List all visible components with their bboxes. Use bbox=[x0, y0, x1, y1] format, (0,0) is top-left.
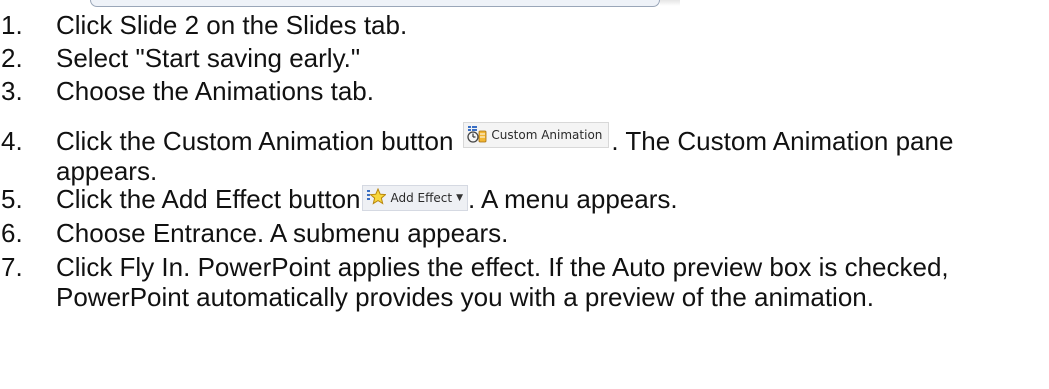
step-text: Choose the Animations tab. bbox=[56, 76, 374, 106]
custom-animation-button-label: Custom Animation bbox=[491, 128, 603, 143]
step-6: 6. Choose Entrance. A submenu appears. bbox=[0, 218, 1040, 252]
add-effect-button[interactable]: Add Effect ▼ bbox=[362, 183, 468, 213]
step-text: Click the Add Effect button bbox=[56, 184, 361, 214]
step-number: 1. bbox=[1, 10, 23, 40]
step-7: 7. Click Fly In. PowerPoint applies the … bbox=[0, 252, 1040, 312]
step-number: 3. bbox=[1, 76, 23, 106]
step-text: Click Slide 2 on the Slides tab. bbox=[56, 10, 408, 40]
add-effect-button-label: Add Effect bbox=[390, 191, 453, 206]
dropdown-arrow-icon: ▼ bbox=[456, 193, 463, 204]
step-number: 2. bbox=[1, 43, 23, 73]
step-number: 5. bbox=[1, 184, 23, 214]
cropped-frame-shadow bbox=[660, 0, 680, 6]
step-5: 5. Click the Add Effect button Add Effect… bbox=[0, 184, 1040, 218]
step-4: 4. Click the Custom Animation button Cust… bbox=[0, 120, 1040, 186]
instruction-steps: 1. Click Slide 2 on the Slides tab. 2. S… bbox=[0, 10, 1040, 312]
step-text-continued: . A menu appears. bbox=[468, 184, 678, 214]
step-3: 3. Choose the Animations tab. bbox=[0, 76, 1040, 114]
step-number: 4. bbox=[1, 126, 23, 156]
step-text: Choose Entrance. A submenu appears. bbox=[56, 218, 509, 248]
add-effect-star-icon bbox=[366, 183, 388, 213]
step-text: Click Fly In. PowerPoint applies the eff… bbox=[56, 252, 949, 312]
step-text: Click the Custom Animation button bbox=[56, 126, 454, 156]
step-number: 7. bbox=[1, 252, 23, 282]
step-number: 6. bbox=[1, 218, 23, 248]
step-1: 1. Click Slide 2 on the Slides tab. bbox=[0, 10, 1040, 43]
custom-animation-button[interactable]: Custom Animation bbox=[463, 120, 610, 150]
custom-animation-icon bbox=[467, 120, 487, 150]
cropped-screenshot-frame bbox=[90, 0, 660, 7]
step-text: Select "Start saving early." bbox=[56, 43, 361, 73]
step-2: 2. Select "Start saving early." bbox=[0, 43, 1040, 76]
